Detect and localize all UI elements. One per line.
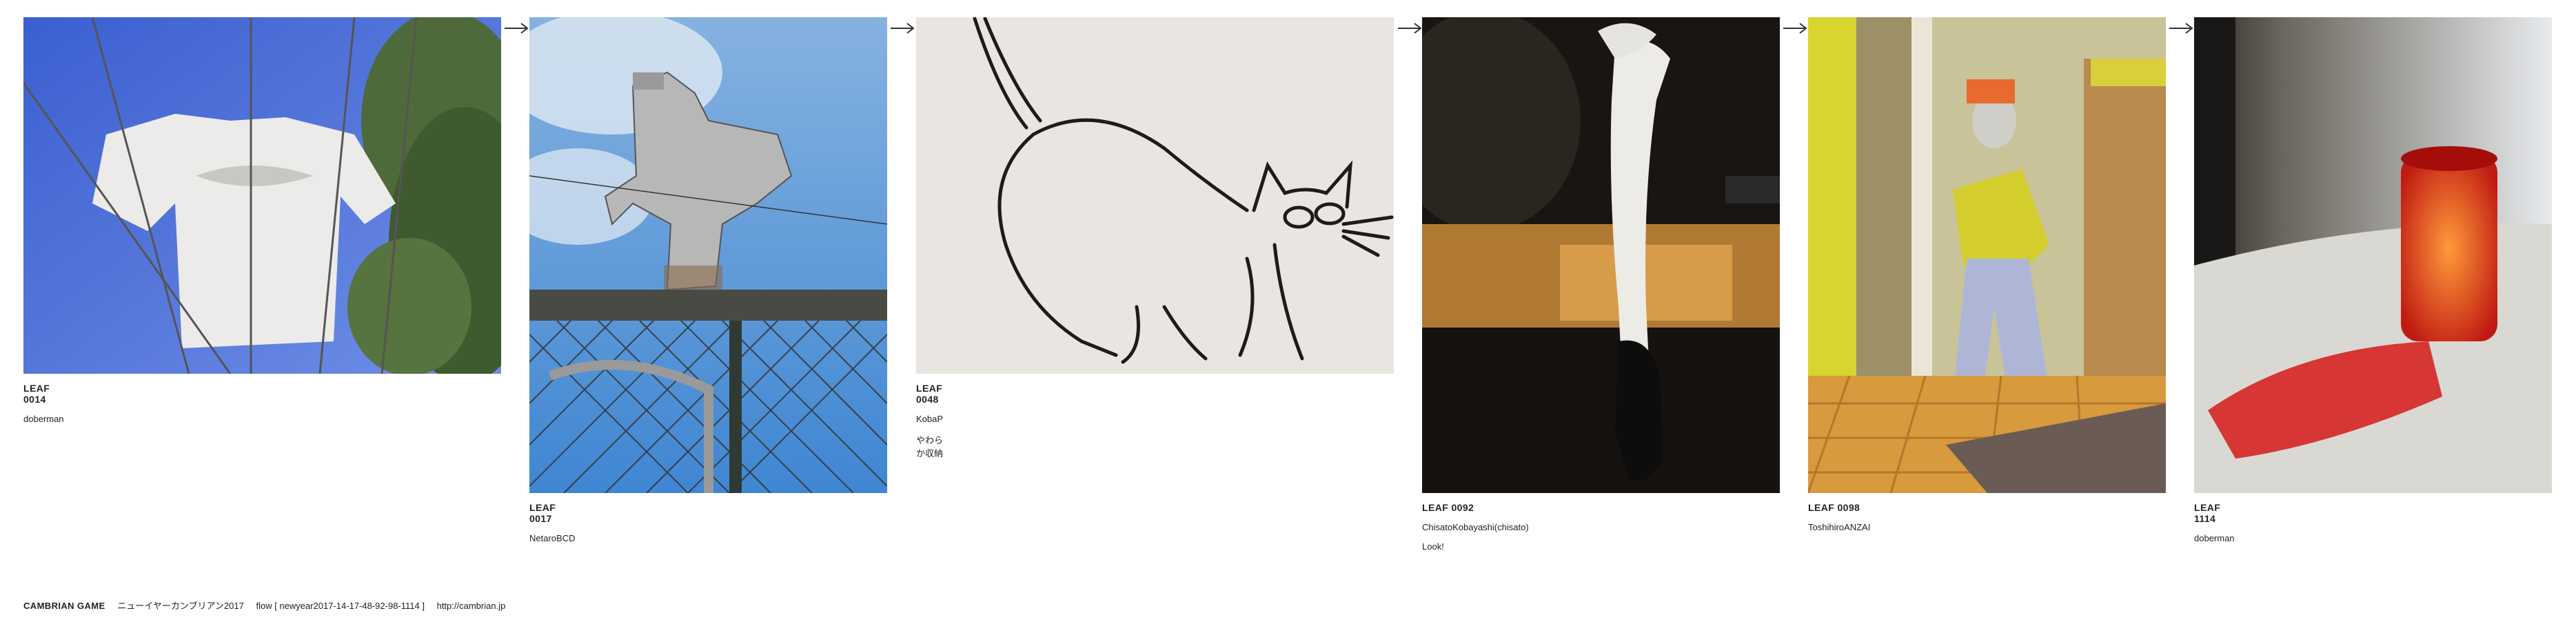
leaf-id[interactable]: LEAF 0014: [23, 383, 64, 405]
footer-flow: flow [ newyear2017-14-17-48-92-98-1114 ]: [256, 601, 425, 611]
leaf-id[interactable]: LEAF 0092: [1422, 502, 1529, 513]
leaf-caption: LEAF 0092 ChisatoKobayashi(chisato) Look…: [1422, 502, 1529, 552]
leaf-id[interactable]: LEAF 1114: [2194, 502, 2235, 524]
leaf-author[interactable]: doberman: [2194, 533, 2235, 543]
leaf-caption: LEAF 0048 KobaP やわらか収納: [916, 383, 943, 459]
leaf-image[interactable]: [2194, 17, 2552, 493]
right-arrow-icon: [503, 22, 529, 34]
leaf-caption: LEAF 0014 doberman: [23, 383, 64, 424]
leaf-author[interactable]: ToshihiroANZAI: [1808, 522, 1870, 532]
right-arrow-icon: [2168, 22, 2194, 34]
leaf-id[interactable]: LEAF 0048: [916, 383, 943, 405]
leaf-author[interactable]: NetaroBCD: [529, 533, 575, 543]
right-arrow-icon: [889, 22, 915, 34]
leaf-caption: LEAF 0098 ToshihiroANZAI: [1808, 502, 1870, 532]
leaf-caption: LEAF 0017 NetaroBCD: [529, 502, 575, 543]
right-arrow-icon: [1397, 22, 1423, 34]
footer-link[interactable]: http://cambrian.jp: [437, 601, 506, 611]
leaf-image[interactable]: [1808, 17, 2166, 493]
leaf-image[interactable]: [1422, 17, 1780, 493]
footer-title: CAMBRIAN GAME: [23, 601, 105, 611]
footer-subtitle: ニューイヤーカンブリアン2017: [117, 601, 244, 611]
leaf-image[interactable]: [916, 17, 1394, 374]
leaf-author[interactable]: doberman: [23, 414, 64, 424]
leaf-note: Look!: [1422, 541, 1444, 552]
right-arrow-icon: [1782, 22, 1808, 34]
leaf-author[interactable]: ChisatoKobayashi(chisato): [1422, 522, 1529, 532]
leaf-image[interactable]: [529, 17, 887, 493]
leaf-note: やわらか収納: [916, 435, 944, 459]
leaf-id[interactable]: LEAF 0098: [1808, 502, 1870, 513]
page-footer: CAMBRIAN GAME ニューイヤーカンブリアン2017 flow [ ne…: [23, 599, 505, 612]
leaf-author[interactable]: KobaP: [916, 414, 943, 424]
leaf-caption: LEAF 1114 doberman: [2194, 502, 2235, 543]
leaf-id[interactable]: LEAF 0017: [529, 502, 575, 524]
leaf-image[interactable]: [23, 17, 501, 374]
